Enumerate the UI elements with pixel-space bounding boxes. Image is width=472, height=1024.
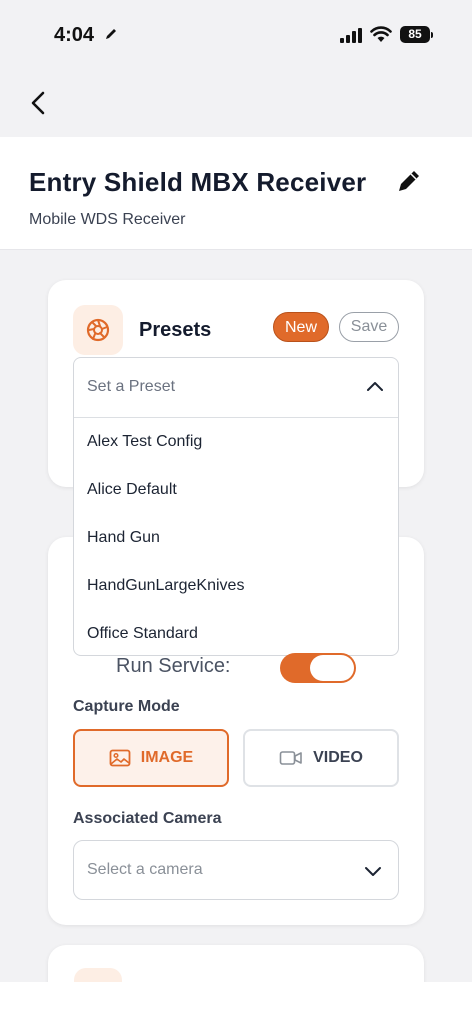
preset-option[interactable]: HandGunLargeKnives	[74, 562, 398, 610]
presets-title: Presets	[139, 319, 212, 341]
aperture-icon	[86, 318, 110, 342]
back-chevron-icon[interactable]	[26, 90, 52, 116]
video-mode-button[interactable]: VIDEO	[243, 729, 399, 787]
preset-option[interactable]: Alice Default	[74, 466, 398, 514]
page-subtitle: Mobile WDS Receiver	[29, 211, 186, 228]
cellular-signal-icon	[340, 28, 362, 43]
wifi-icon	[370, 26, 392, 42]
save-preset-button[interactable]: Save	[339, 312, 399, 342]
status-time: 4:04	[54, 24, 95, 46]
capture-mode-label: Capture Mode	[73, 698, 180, 715]
page-title: Entry Shield MBX Receiver	[29, 167, 367, 197]
video-camera-icon	[279, 751, 302, 765]
preset-select-header[interactable]: Set a Preset	[74, 358, 398, 418]
chevron-up-icon[interactable]	[366, 378, 384, 396]
battery-indicator: 85	[400, 26, 430, 43]
run-service-label: Run Service:	[116, 655, 231, 677]
edit-pencil-icon[interactable]	[396, 168, 422, 194]
image-icon	[109, 749, 131, 767]
preset-option[interactable]: Hand Gun	[74, 514, 398, 562]
video-mode-label: VIDEO	[313, 749, 363, 766]
preset-dropdown[interactable]: Set a Preset Alex Test Config Alice Defa…	[73, 357, 399, 656]
new-preset-button[interactable]: New	[273, 312, 329, 342]
camera-placeholder: Select a camera	[87, 861, 203, 878]
bottom-area	[0, 982, 472, 1024]
associated-camera-label: Associated Camera	[73, 810, 222, 827]
preset-option[interactable]: Office Standard	[74, 610, 398, 655]
preset-option[interactable]: Alex Test Config	[74, 418, 398, 466]
image-mode-label: IMAGE	[140, 749, 194, 766]
chevron-down-icon[interactable]	[364, 862, 382, 880]
edit-indicator-icon	[106, 29, 116, 39]
toggle-knob	[310, 655, 354, 681]
presets-icon-box	[73, 305, 123, 355]
preset-placeholder: Set a Preset	[87, 378, 176, 395]
image-mode-button[interactable]: IMAGE	[73, 729, 229, 787]
